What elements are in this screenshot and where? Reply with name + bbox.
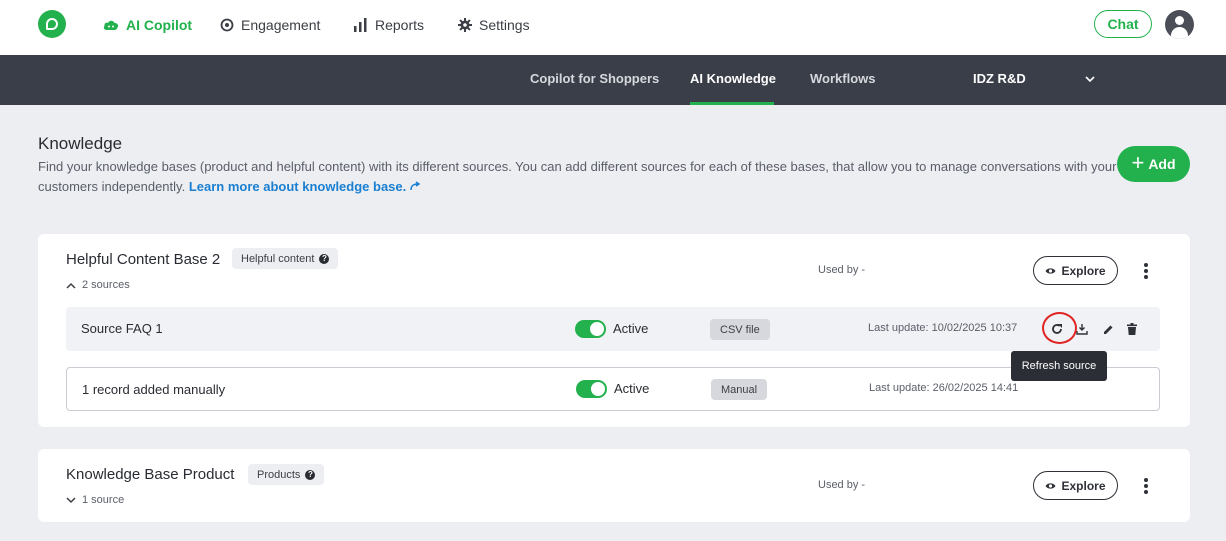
source-type-badge: Manual <box>711 379 768 400</box>
org-selector-label[interactable]: IDZ R&D <box>973 71 1026 86</box>
top-navigation: AI Copilot Engagement Reports Settings C… <box>0 0 1226 55</box>
target-icon <box>220 18 234 32</box>
add-button-label: Add <box>1148 156 1176 172</box>
explore-label: Explore <box>1061 263 1106 278</box>
chevron-up-icon <box>66 282 76 289</box>
active-toggle[interactable] <box>576 380 607 398</box>
eye-icon <box>1045 482 1056 489</box>
nav-item-engagement[interactable]: Engagement <box>220 16 320 34</box>
last-update: Last update: 10/02/2025 10:37 <box>868 322 1018 334</box>
kb-title: Knowledge Base Product <box>66 466 235 483</box>
learn-more-link[interactable]: Learn more about knowledge base. <box>189 179 422 194</box>
sub-navigation: Copilot for Shoppers AI Knowledge Workfl… <box>0 55 1226 105</box>
used-by: Used by - <box>818 479 866 491</box>
explore-label: Explore <box>1061 478 1106 493</box>
user-avatar[interactable] <box>1165 10 1194 39</box>
nav-label: Settings <box>479 17 530 33</box>
nav-label: Engagement <box>241 17 321 33</box>
refresh-tooltip: Refresh source <box>1011 351 1107 381</box>
source-row: Source FAQ 1 Active CSV file Last update… <box>66 307 1160 351</box>
sources-toggle[interactable]: 2 sources <box>66 279 130 291</box>
source-status: Active <box>614 381 650 396</box>
active-tab-indicator <box>690 102 774 105</box>
edit-pencil-icon[interactable] <box>1100 321 1116 337</box>
info-icon[interactable]: ? <box>319 253 330 264</box>
chevron-down-icon <box>66 496 76 503</box>
used-by: Used by - <box>818 264 866 276</box>
explore-button[interactable]: Explore <box>1033 471 1118 500</box>
active-toggle[interactable] <box>575 320 606 338</box>
tab-copilot-for-shoppers[interactable]: Copilot for Shoppers <box>530 71 659 86</box>
chat-button[interactable]: Chat <box>1094 10 1152 38</box>
source-name: Source FAQ 1 <box>81 321 163 336</box>
nav-item-settings[interactable]: Settings <box>458 16 530 34</box>
nav-item-ai-copilot[interactable]: AI Copilot <box>103 16 192 34</box>
add-button[interactable]: + Add <box>1117 146 1190 182</box>
eye-icon <box>1045 267 1056 274</box>
kebab-menu-icon[interactable] <box>1144 263 1148 281</box>
sources-count: 2 sources <box>82 279 130 291</box>
app-logo[interactable] <box>38 10 66 38</box>
bar-chart-icon <box>354 18 367 32</box>
knowledge-base-card: Helpful Content Base 2 Helpful content ?… <box>38 234 1190 427</box>
page-title: Knowledge <box>38 134 123 153</box>
trash-icon[interactable] <box>1124 321 1140 337</box>
page-description: Find your knowledge bases (product and h… <box>38 157 1118 197</box>
plus-icon: + <box>1131 150 1145 175</box>
kb-title: Helpful Content Base 2 <box>66 251 221 268</box>
copilot-cloud-icon <box>103 20 119 30</box>
kebab-menu-icon[interactable] <box>1144 478 1148 496</box>
external-arrow-icon <box>410 181 421 191</box>
source-status: Active <box>613 321 649 336</box>
nav-label: AI Copilot <box>126 17 193 33</box>
kb-type-badge: Helpful content ? <box>232 248 339 269</box>
gear-icon <box>458 18 472 32</box>
badge-label: Helpful content <box>241 252 315 265</box>
chevron-down-icon[interactable] <box>1084 72 1096 86</box>
badge-label: Products <box>257 468 301 481</box>
kb-type-badge: Products ? <box>248 464 325 485</box>
knowledge-base-card: Knowledge Base Product Products ? 1 sour… <box>38 449 1190 522</box>
nav-item-reports[interactable]: Reports <box>353 16 424 34</box>
source-row: 1 record added manually Active Manual La… <box>66 367 1160 411</box>
source-type-badge: CSV file <box>710 319 770 340</box>
refresh-highlight-ring <box>1042 312 1077 344</box>
sources-count: 1 source <box>82 494 125 506</box>
explore-button[interactable]: Explore <box>1033 256 1118 285</box>
sources-toggle[interactable]: 1 source <box>66 494 124 506</box>
source-name: 1 record added manually <box>82 382 226 397</box>
last-update: Last update: 26/02/2025 14:41 <box>869 382 1019 394</box>
tab-workflows[interactable]: Workflows <box>810 71 876 86</box>
nav-label: Reports <box>375 17 425 33</box>
info-icon[interactable]: ? <box>305 469 316 480</box>
tab-ai-knowledge[interactable]: AI Knowledge <box>690 71 776 86</box>
